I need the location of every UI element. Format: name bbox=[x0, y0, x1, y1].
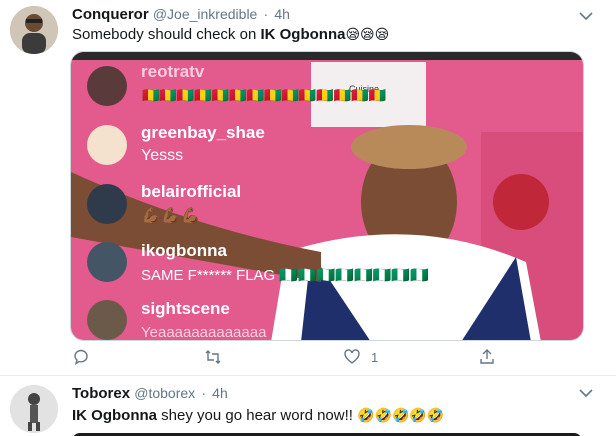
display-name[interactable]: Toborex bbox=[72, 385, 130, 402]
retweet-button[interactable] bbox=[204, 348, 222, 366]
retweet-icon bbox=[205, 350, 221, 364]
share-button[interactable] bbox=[478, 348, 496, 366]
reply-button[interactable] bbox=[72, 348, 90, 366]
tweet-text-mention: IK Ogbonna bbox=[260, 26, 346, 43]
reply-icon bbox=[74, 349, 88, 366]
comment-user: greenbay_shae bbox=[141, 123, 265, 142]
display-name[interactable]: Conqueror bbox=[72, 6, 149, 23]
avatar[interactable] bbox=[10, 6, 58, 54]
profile-photo bbox=[10, 6, 58, 54]
username[interactable]: @toborex bbox=[134, 385, 195, 401]
tweet-text-mention: IK Ogbonna bbox=[72, 407, 157, 424]
profile-photo bbox=[10, 385, 58, 433]
chevron-down-icon[interactable] bbox=[578, 385, 594, 401]
comment-text: 💪🏾💪🏾💪🏾 bbox=[141, 206, 201, 225]
tweet-conqueror[interactable]: Conqueror @Joe_inkredible · 4h Somebody … bbox=[0, 0, 616, 376]
tweet-actions: 1 bbox=[72, 348, 512, 370]
tweet-text-body: shey you go hear word now!! bbox=[157, 407, 358, 424]
heart-icon bbox=[344, 349, 360, 364]
timestamp[interactable]: 4h bbox=[274, 6, 290, 22]
avatar[interactable] bbox=[10, 385, 58, 433]
share-icon bbox=[480, 349, 494, 364]
tweet-text: IK Ogbonna shey you go hear word now!! 🤣… bbox=[72, 406, 444, 426]
tweet-toborex[interactable]: Toborex @toborex · 4h IK Ogbonna shey yo… bbox=[0, 377, 616, 436]
comment-user: ikogbonna bbox=[141, 241, 227, 260]
tweet-media-image[interactable]: Cuisine reotratv 🇬🇳🇬🇳🇬🇳🇬🇳🇬🇳🇬🇳🇬🇳🇬🇳🇬🇳🇬🇳🇬🇳🇬… bbox=[70, 51, 584, 341]
tweet-text-emoji: 🤣🤣🤣🤣🤣 bbox=[357, 408, 445, 424]
comment-text: Yeaaaaaaaaaaaaa bbox=[141, 324, 267, 341]
tweet-header: Toborex @toborex · 4h bbox=[72, 385, 228, 402]
comment-user: sightscene bbox=[141, 299, 230, 318]
comment-user: belairofficial bbox=[141, 182, 242, 201]
comment-text: SAME F****** FLAG 🇳🇬🇳🇬🇳🇬🇳🇬🇳🇬🇳🇬🇳🇬🇳🇬 bbox=[141, 267, 429, 284]
chevron-down-icon[interactable] bbox=[578, 8, 594, 24]
separator: · bbox=[201, 385, 206, 401]
comment-text: Yesss bbox=[141, 147, 184, 164]
tweet-text-emoji: 😪😪😪 bbox=[345, 27, 390, 43]
like-button[interactable]: 1 bbox=[343, 348, 378, 366]
comment-text: 🇬🇳🇬🇳🇬🇳🇬🇳🇬🇳🇬🇳🇬🇳🇬🇳🇬🇳🇬🇳🇬🇳🇬🇳🇬🇳🇬🇳 bbox=[142, 88, 387, 104]
tweet-text: Somebody should check on IK Ogbonna😪😪😪 bbox=[72, 25, 389, 45]
username[interactable]: @Joe_inkredible bbox=[153, 6, 258, 22]
tweet-text-prefix: Somebody should check on bbox=[72, 26, 261, 43]
separator: · bbox=[263, 6, 269, 22]
like-count: 1 bbox=[371, 349, 379, 365]
timestamp[interactable]: 4h bbox=[212, 385, 228, 401]
comment-user: reotratv bbox=[141, 62, 205, 81]
tweet-header: Conqueror @Joe_inkredible · 4h bbox=[72, 6, 290, 23]
